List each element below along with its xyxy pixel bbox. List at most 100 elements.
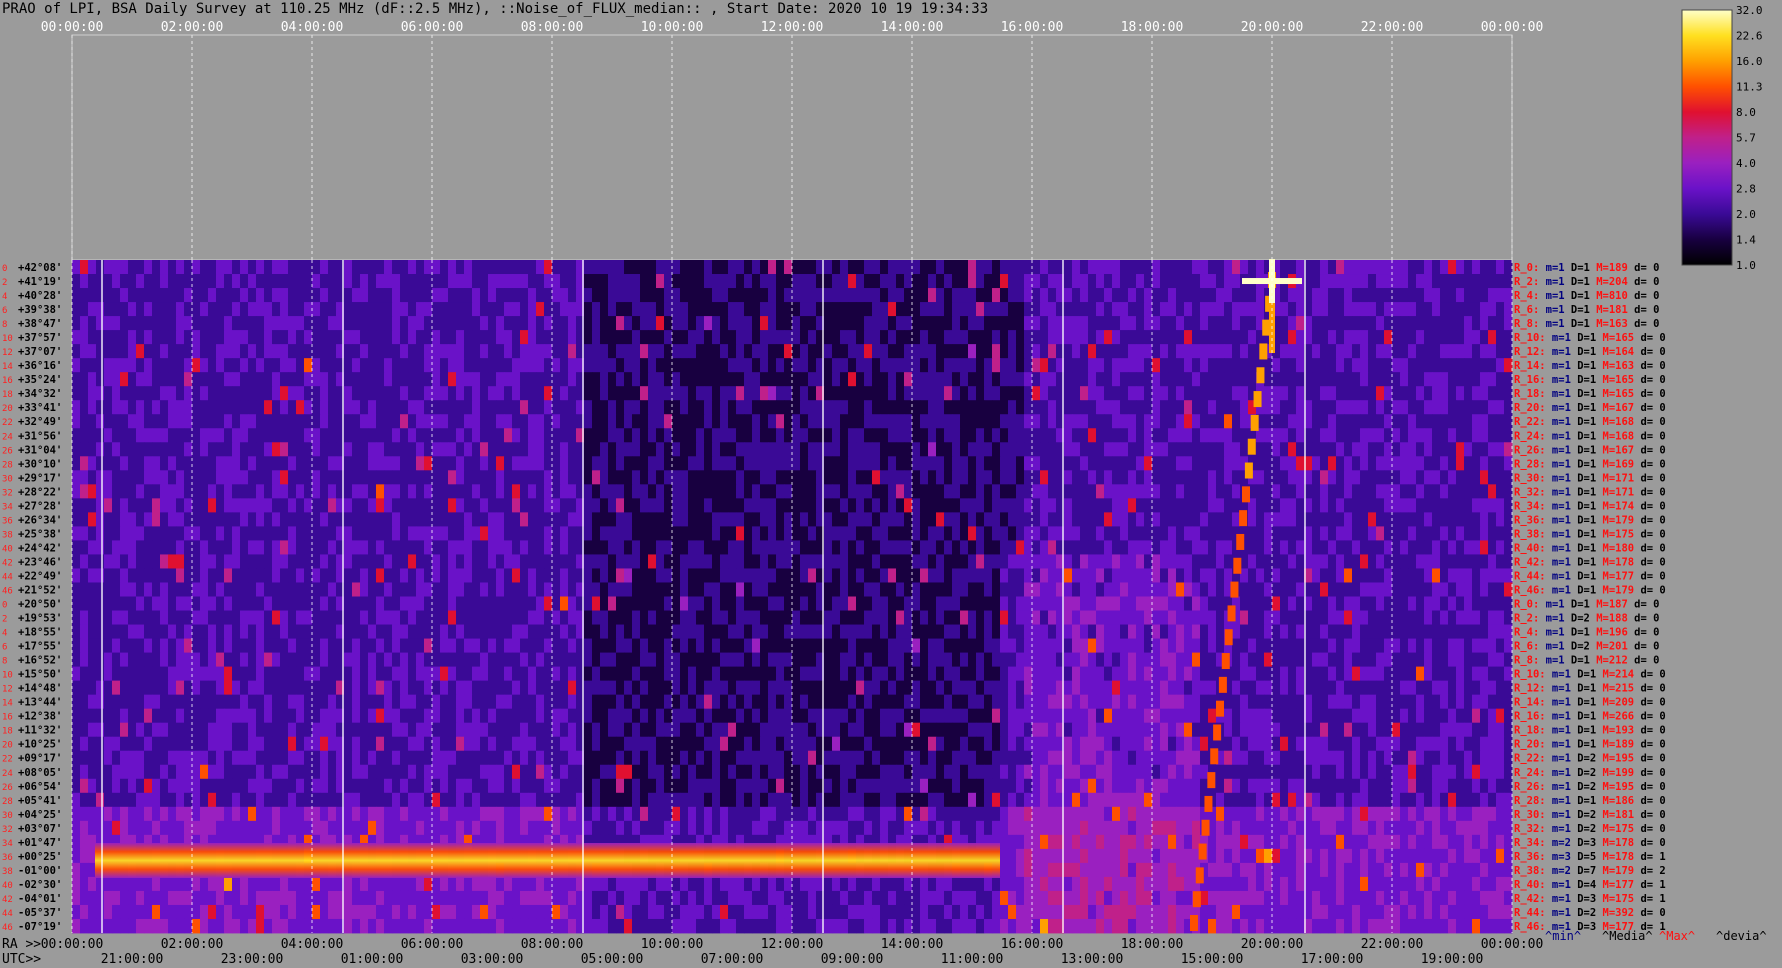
heatmap-cell xyxy=(160,386,169,401)
heatmap-cell xyxy=(192,358,201,373)
heatmap-cell xyxy=(1344,372,1353,387)
heatmap-cell xyxy=(1120,540,1129,555)
heatmap-cell xyxy=(1152,330,1161,345)
heatmap-cell xyxy=(1488,582,1497,597)
heatmap-cell xyxy=(448,302,457,317)
heatmap-cell xyxy=(240,624,249,639)
heatmap-cell xyxy=(792,512,801,527)
heatmap-cell xyxy=(728,484,737,499)
heatmap-cell xyxy=(680,610,689,625)
heatmap-cell xyxy=(712,568,721,583)
heatmap-cell xyxy=(872,302,881,317)
heatmap-cell xyxy=(800,428,809,443)
heatmap-cell xyxy=(168,512,177,527)
heatmap-cell xyxy=(1176,498,1185,513)
heatmap-cell xyxy=(664,470,673,485)
heatmap-cell xyxy=(256,302,265,317)
heatmap-cell xyxy=(872,316,881,331)
heatmap-cell xyxy=(472,470,481,485)
heatmap-cell xyxy=(1400,624,1409,639)
heatmap-cell xyxy=(248,610,257,625)
heatmap-cell xyxy=(1008,624,1017,639)
heatmap-cell xyxy=(712,428,721,443)
heatmap-cell xyxy=(1376,582,1385,597)
heatmap-cell xyxy=(1144,302,1153,317)
heatmap-cell xyxy=(888,512,897,527)
heatmap-cell xyxy=(272,358,281,373)
heatmap-cell xyxy=(696,470,705,485)
heatmap-cell xyxy=(1072,568,1081,583)
heatmap-cell xyxy=(1504,498,1513,513)
heatmap-cell xyxy=(448,414,457,429)
heatmap-cell xyxy=(1248,540,1257,555)
heatmap-cell xyxy=(1416,624,1425,639)
heatmap-cell xyxy=(512,498,521,513)
heatmap-cell xyxy=(936,414,945,429)
heatmap-cell xyxy=(592,358,601,373)
heatmap-cell xyxy=(696,400,705,415)
heatmap-cell xyxy=(1440,456,1449,471)
heatmap-cell xyxy=(1096,260,1105,275)
heatmap-cell xyxy=(656,624,665,639)
heatmap-cell xyxy=(368,484,377,499)
heatmap-cell xyxy=(392,540,401,555)
heatmap-cell xyxy=(264,456,273,471)
heatmap-cell xyxy=(240,526,249,541)
heatmap-cell xyxy=(624,344,633,359)
heatmap-cell xyxy=(368,568,377,583)
heatmap-cell xyxy=(1376,512,1385,527)
heatmap-cell xyxy=(824,596,833,611)
heatmap-cell xyxy=(1192,470,1201,485)
heatmap-cell xyxy=(648,582,657,597)
heatmap-cell xyxy=(896,442,905,457)
heatmap-cell xyxy=(1240,582,1249,597)
heatmap-cell xyxy=(664,498,673,513)
heatmap-cell xyxy=(704,568,713,583)
heatmap-cell xyxy=(696,316,705,331)
heatmap-cell xyxy=(192,260,201,275)
heatmap-cell xyxy=(88,624,97,639)
heatmap-cell xyxy=(1032,512,1041,527)
heatmap-cell xyxy=(408,540,417,555)
heatmap-cell xyxy=(136,540,145,555)
heatmap-cell xyxy=(784,596,793,611)
heatmap-cell xyxy=(1016,316,1025,331)
heatmap-cell xyxy=(488,302,497,317)
heatmap-cell xyxy=(1456,624,1465,639)
heatmap-cell xyxy=(608,344,617,359)
heatmap-cell xyxy=(168,568,177,583)
heatmap-cell xyxy=(168,526,177,541)
heatmap-cell xyxy=(1088,302,1097,317)
heatmap-cell xyxy=(1096,442,1105,457)
heatmap-cell xyxy=(1232,274,1241,289)
heatmap-cell xyxy=(768,512,777,527)
heatmap-cell xyxy=(928,512,937,527)
heatmap-cell xyxy=(568,386,577,401)
heatmap-cell xyxy=(1256,596,1265,611)
heatmap-cell xyxy=(664,260,673,275)
heatmap-cell xyxy=(208,372,217,387)
heatmap-cell xyxy=(344,498,353,513)
heatmap-cell xyxy=(728,414,737,429)
heatmap-cell xyxy=(104,568,113,583)
heatmap-cell xyxy=(112,638,121,653)
heatmap-cell xyxy=(1456,316,1465,331)
heatmap-cell xyxy=(1160,414,1169,429)
heatmap-cell xyxy=(824,288,833,303)
heatmap-cell xyxy=(1504,260,1513,275)
heatmap-cell xyxy=(1112,358,1121,373)
heatmap-cell xyxy=(1040,288,1049,303)
heatmap-cell xyxy=(1224,302,1233,317)
heatmap-cell xyxy=(976,288,985,303)
heatmap-cell xyxy=(832,428,841,443)
heatmap-cell xyxy=(120,400,129,415)
heatmap-cell xyxy=(208,526,217,541)
heatmap-cell xyxy=(296,526,305,541)
heatmap-cell xyxy=(592,624,601,639)
heatmap-cell xyxy=(1232,428,1241,443)
heatmap-cell xyxy=(1096,568,1105,583)
heatmap-cell xyxy=(240,330,249,345)
heatmap-cell xyxy=(960,274,969,289)
heatmap-cell xyxy=(640,358,649,373)
heatmap-cell xyxy=(144,400,153,415)
